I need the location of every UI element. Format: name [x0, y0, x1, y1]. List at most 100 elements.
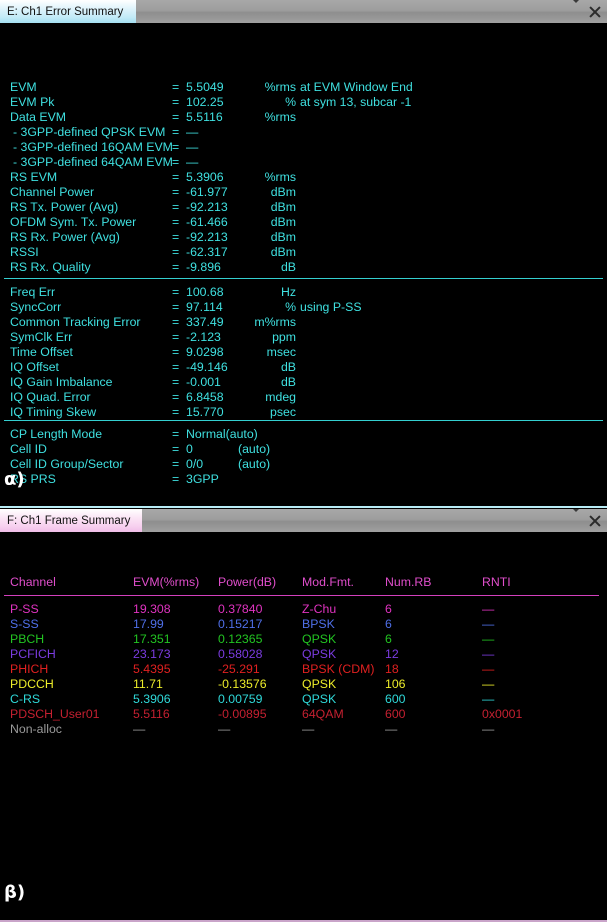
- metric-label: - 3GPP-defined 16QAM EVM: [13, 140, 173, 154]
- metric-equals: =: [172, 405, 180, 419]
- table-row[interactable]: PHICH 5.4395 -25.291 BPSK (CDM) 18 —: [0, 662, 607, 677]
- tab-frame-summary[interactable]: F: Ch1 Frame Summary: [0, 509, 142, 532]
- error-metric-row: Common Tracking Error = 337.49 m%rms: [0, 315, 607, 330]
- metric-equals: =: [172, 245, 180, 259]
- titlebar-spacer: [142, 509, 571, 532]
- metric-label: RS Rx. Power (Avg): [10, 230, 120, 244]
- titlebar-spacer: [136, 0, 571, 23]
- metric-unit: dBm: [270, 185, 296, 199]
- cell-mod: —: [302, 722, 315, 736]
- metric-equals: =: [172, 230, 180, 244]
- table-row[interactable]: P-SS 19.308 0.37840 Z-Chu 6 —: [0, 602, 607, 617]
- table-row[interactable]: PDSCH_User01 5.5116 -0.00895 64QAM 600 0x0001: [0, 707, 607, 722]
- cell-evm: 17.351: [133, 632, 171, 646]
- metric-unit: msec: [266, 345, 296, 359]
- metric-annotation: (auto): [238, 442, 271, 456]
- table-header-divider: [4, 595, 599, 596]
- close-icon[interactable]: [588, 514, 601, 527]
- metric-value: 0/0: [186, 457, 204, 471]
- cell-numrb: 600: [385, 692, 406, 706]
- error-metric-row: IQ Timing Skew = 15.770 psec: [0, 405, 607, 420]
- metric-label: - 3GPP-defined 64QAM EVM: [13, 155, 173, 169]
- cell-power: —: [218, 722, 231, 736]
- cell-rnti: —: [482, 677, 495, 691]
- metric-label: Channel Power: [10, 185, 95, 199]
- table-header-row: Channel EVM(%rms) Power(dB) Mod.Fmt. Num.RB R…: [0, 573, 607, 591]
- cell-power: -0.00895: [218, 707, 267, 721]
- chevron-down-icon[interactable]: [571, 0, 581, 21]
- metric-label: Common Tracking Error: [10, 315, 141, 329]
- metric-label: IQ Gain Imbalance: [10, 375, 113, 389]
- cell-mod: QPSK: [302, 647, 337, 661]
- metric-value: 5.5116: [186, 110, 223, 124]
- metric-unit: %rms: [264, 110, 296, 124]
- cell-mod: BPSK (CDM): [302, 662, 375, 676]
- metric-unit: psec: [270, 405, 296, 419]
- metric-unit: dBm: [270, 245, 296, 259]
- metric-equals: =: [172, 315, 180, 329]
- metric-value: -49.146: [186, 360, 228, 374]
- metric-equals: =: [172, 80, 180, 94]
- table-row[interactable]: PCFICH 23.173 0.58028 QPSK 12 —: [0, 647, 607, 662]
- error-metric-row: RS EVM = 5.3906 %rms: [0, 170, 607, 185]
- cell-rnti: —: [482, 602, 495, 616]
- cell-mod: BPSK: [302, 617, 335, 631]
- metric-unit: dB: [280, 260, 296, 274]
- error-metric-group: Freq Err = 100.68 Hz SyncCorr = 97.114% using P…: [0, 285, 607, 420]
- metric-label: IQ Timing Skew: [10, 405, 97, 419]
- metric-value: 6.8458: [186, 390, 224, 404]
- table-row[interactable]: C-RS 5.3906 0.00759 QPSK 600 —: [0, 692, 607, 707]
- metric-label: SymClk Err: [10, 330, 73, 344]
- cell-rnti: —: [482, 662, 495, 676]
- cell-evm: —: [133, 722, 146, 736]
- metric-value: —: [186, 125, 199, 139]
- error-metric-row: - 3GPP-defined 64QAM EVM = —: [0, 155, 607, 170]
- close-icon[interactable]: [588, 5, 601, 18]
- error-metric-row: SyncCorr = 97.114% using P-SS: [0, 300, 607, 315]
- chevron-down-icon[interactable]: [571, 509, 581, 530]
- metric-equals: =: [172, 95, 180, 109]
- metric-label: Time Offset: [10, 345, 73, 359]
- table-row[interactable]: Non-alloc — — — — —: [0, 722, 607, 737]
- metric-equals: =: [172, 110, 180, 124]
- metric-unit: dB: [280, 360, 296, 374]
- metric-unit: dB: [280, 375, 296, 389]
- metric-value: -2.123: [186, 330, 221, 344]
- tab-error-summary[interactable]: E: Ch1 Error Summary: [0, 0, 136, 23]
- metric-value: 100.68: [186, 285, 224, 299]
- table-row[interactable]: PBCH 17.351 0.12365 QPSK 6 —: [0, 632, 607, 647]
- metric-unit: %: [285, 300, 296, 314]
- metric-equals: =: [172, 330, 180, 344]
- cell-numrb: 6: [385, 617, 392, 631]
- metric-equals: =: [172, 285, 180, 299]
- metric-equals: =: [172, 300, 180, 314]
- frame-summary-panel: F: Ch1 Frame Summary Channel EVM(%rms) Pow…: [0, 509, 607, 922]
- error-metric-row: SymClk Err = -2.123 ppm: [0, 330, 607, 345]
- metric-equals: =: [172, 360, 180, 374]
- metric-equals: =: [172, 170, 180, 184]
- cell-channel: PHICH: [10, 662, 49, 676]
- metric-equals: =: [172, 375, 180, 389]
- frame-summary-titlebar: F: Ch1 Frame Summary: [0, 509, 607, 532]
- table-row[interactable]: S-SS 17.99 0.15217 BPSK 6 —: [0, 617, 607, 632]
- metric-equals: =: [172, 185, 180, 199]
- cell-evm: 11.71: [133, 677, 163, 691]
- table-row[interactable]: PDCCH 11.71 -0.13576 QPSK 106 —: [0, 677, 607, 692]
- cell-rnti: —: [482, 692, 495, 706]
- cell-channel: PBCH: [10, 632, 45, 646]
- frame-summary-table: Channel EVM(%rms) Power(dB) Mod.Fmt. Num.RB R…: [0, 573, 607, 737]
- cell-channel: PDCCH: [10, 677, 54, 691]
- figure-label-beta: β): [4, 882, 26, 903]
- metric-value: 97.114: [186, 300, 223, 314]
- metric-label: Cell ID Group/Sector: [10, 457, 124, 471]
- column-header: Num.RB: [385, 575, 432, 589]
- metric-unit: m%rms: [254, 315, 296, 329]
- metric-value: —: [186, 140, 199, 154]
- metric-annotation: (auto): [238, 457, 271, 471]
- error-metric-row: RS Rx. Power (Avg) = -92.213 dBm: [0, 230, 607, 245]
- error-metric-row: EVM Pk = 102.25% at sym 13, subcar -1: [0, 95, 607, 110]
- metric-annotation: at sym 13, subcar -1: [300, 95, 412, 109]
- column-header: Channel: [10, 575, 56, 589]
- metric-equals: =: [172, 442, 180, 456]
- metric-label: RS Rx. Quality: [10, 260, 91, 274]
